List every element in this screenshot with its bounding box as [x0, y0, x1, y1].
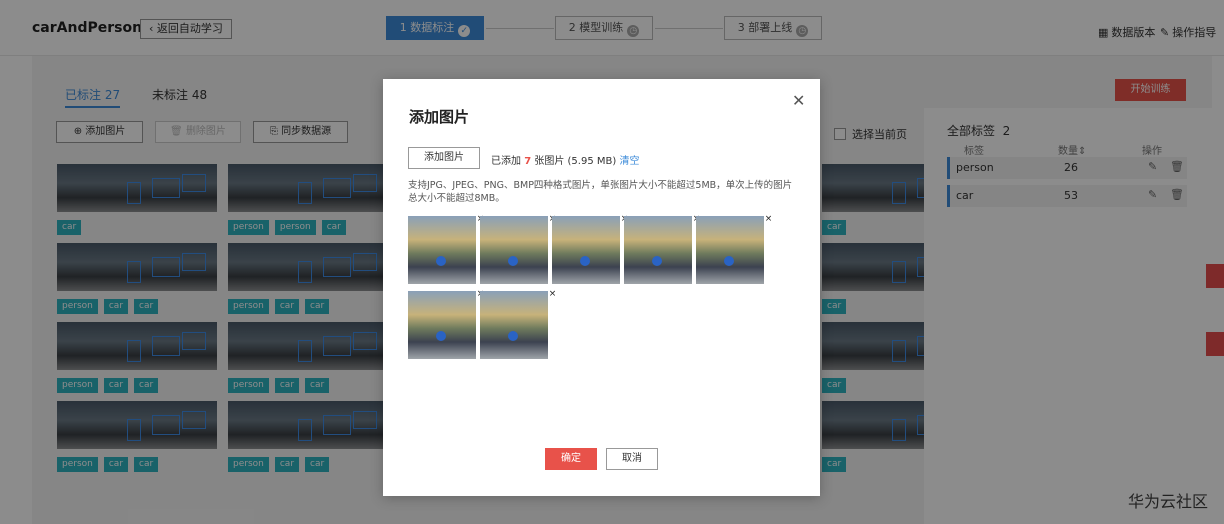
- uploaded-image-thumb[interactable]: ×: [480, 289, 556, 359]
- uploaded-image-thumb[interactable]: ×: [696, 214, 772, 284]
- road-sign-shape: [724, 256, 734, 266]
- clear-link[interactable]: 清空: [619, 156, 639, 167]
- remove-image-icon[interactable]: ×: [548, 289, 557, 299]
- remove-image-icon[interactable]: ×: [764, 214, 773, 224]
- uploaded-image-thumb[interactable]: ×: [408, 214, 484, 284]
- road-sign-shape: [508, 331, 518, 341]
- road-sign-shape: [508, 256, 518, 266]
- added-size: 张图片 (5.95 MB): [534, 156, 617, 167]
- cancel-button[interactable]: 取消: [606, 448, 658, 470]
- added-count: 7: [524, 156, 532, 167]
- road-sign-shape: [580, 256, 590, 266]
- watermark: 华为云社区: [1128, 492, 1209, 511]
- uploaded-image-thumb[interactable]: ×: [624, 214, 700, 284]
- added-summary: 已添加 7 张图片 (5.95 MB) 清空: [491, 152, 639, 167]
- uploaded-image-thumb[interactable]: ×: [408, 289, 484, 359]
- dialog-title: 添加图片: [409, 108, 470, 126]
- road-sign-shape: [436, 331, 446, 341]
- add-images-dialog: 添加图片 ✕ 添加图片 已添加 7 张图片 (5.95 MB) 清空 支持JPG…: [383, 79, 820, 496]
- added-prefix: 已添加: [491, 156, 521, 167]
- road-sign-shape: [436, 256, 446, 266]
- uploaded-image-thumb[interactable]: ×: [480, 214, 556, 284]
- road-sign-shape: [652, 256, 662, 266]
- uploaded-image-thumb[interactable]: ×: [552, 214, 628, 284]
- add-images-button[interactable]: 添加图片: [408, 147, 480, 169]
- close-icon[interactable]: ✕: [792, 91, 805, 110]
- upload-hint: 支持JPG、JPEG、PNG、BMP四种格式图片，单张图片大小不能超过5MB，单…: [408, 180, 793, 204]
- confirm-button[interactable]: 确定: [545, 448, 597, 470]
